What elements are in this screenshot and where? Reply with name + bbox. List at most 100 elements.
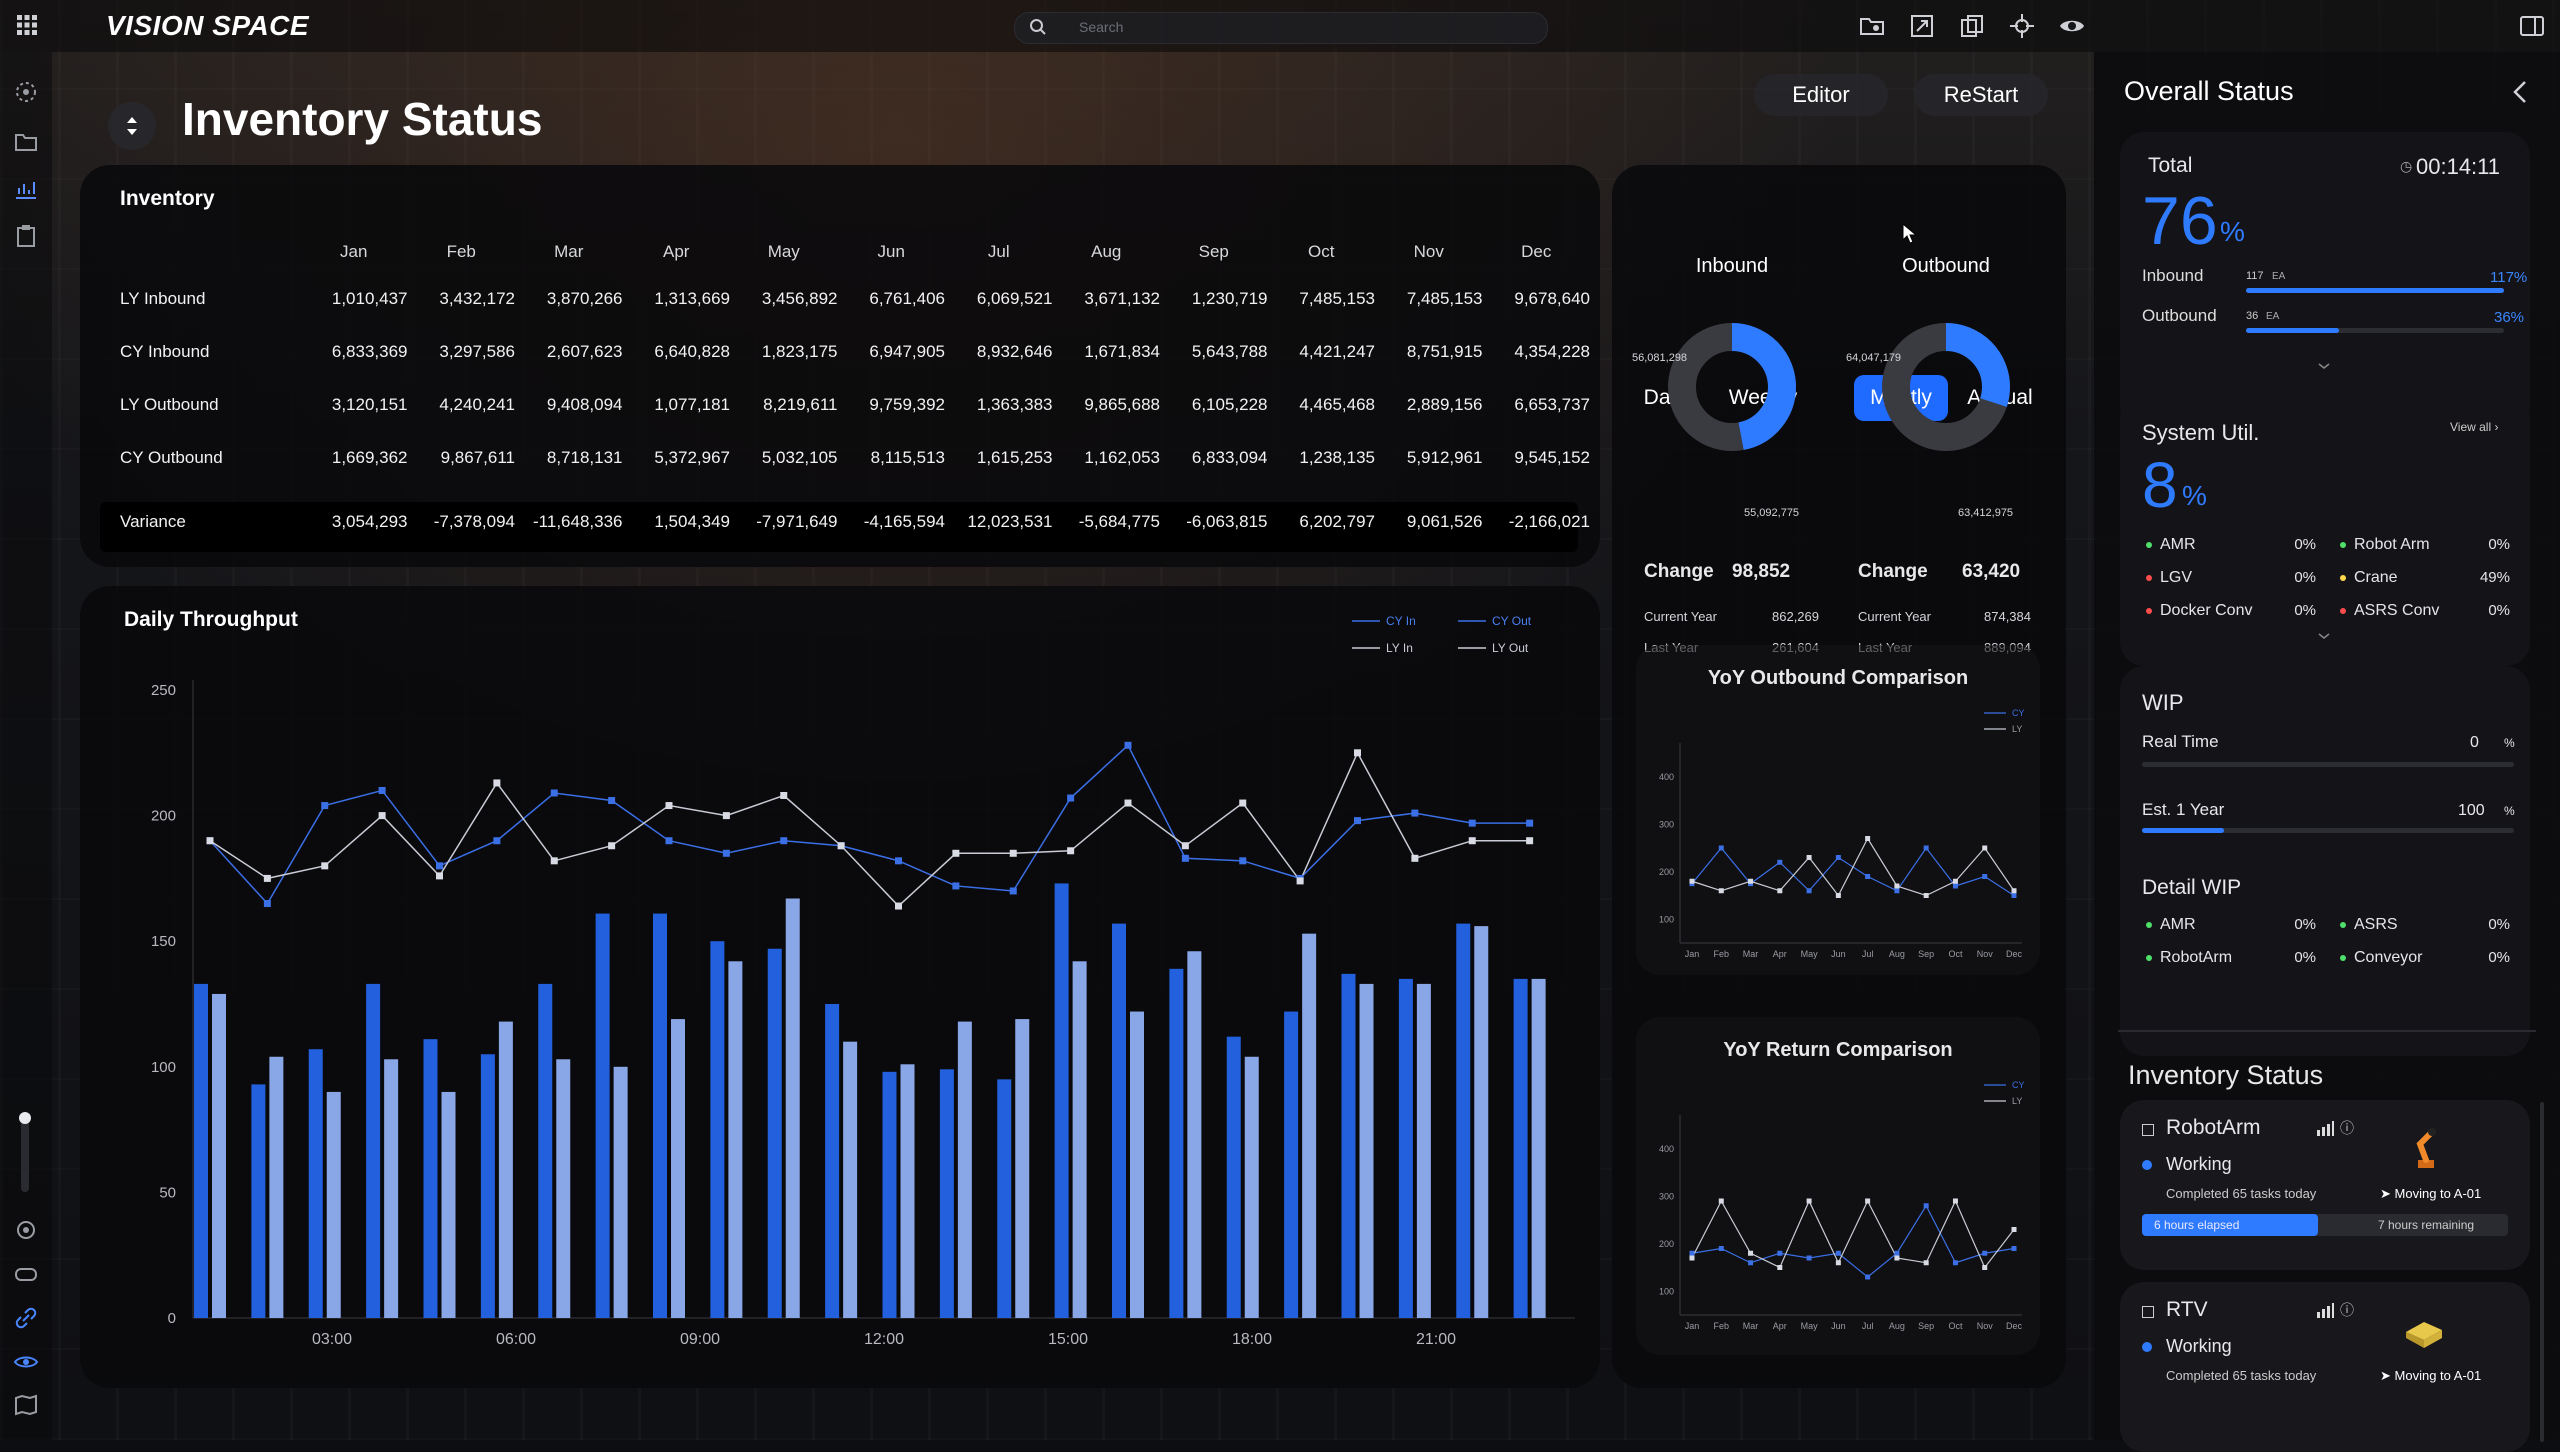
- chart-icon[interactable]: [12, 174, 40, 202]
- table-cell: 9,061,526: [1406, 511, 1483, 531]
- x-tick-label: 21:00: [1416, 1331, 1456, 1348]
- table-cell: -5,684,775: [1078, 511, 1160, 531]
- bar-ly: [1072, 961, 1087, 1318]
- bar-ly: [785, 898, 800, 1318]
- robotarm-remaining: 7 hours remaining: [2378, 1218, 2475, 1232]
- apps-grid-icon[interactable]: [16, 14, 38, 41]
- util-item-value: 0%: [2488, 536, 2510, 553]
- line-ly-point: [608, 842, 616, 850]
- line-cy-point: [1835, 855, 1841, 860]
- x-tick-label: Sep: [1918, 949, 1934, 959]
- inbound-block: Inbound 56,081,298 55,092,775 Change 98,…: [1632, 255, 1832, 695]
- line-cy: [1691, 846, 2015, 897]
- robotarm-tasks: Completed 65 tasks today: [2166, 1186, 2317, 1201]
- status-dot: [2340, 607, 2346, 614]
- wip-card: WIP Real Time 0 % Est. 1 Year 100 % Deta…: [2120, 666, 2530, 1056]
- folder-icon[interactable]: [12, 128, 40, 156]
- outbound-value-a: 64,047,179: [1846, 352, 1902, 364]
- crosshair-icon[interactable]: [2008, 12, 2036, 40]
- robotarm-card[interactable]: RobotArm ⓘ Working Completed 65 tasks to…: [2120, 1100, 2530, 1270]
- util-item-name: LGV: [2160, 569, 2193, 586]
- outbound-block: Outbound 64,047,179 63,412,975 Change 63…: [1846, 255, 2046, 695]
- clipboard-icon[interactable]: [12, 222, 40, 250]
- status-dot: [2340, 541, 2346, 548]
- bar-ly: [613, 1066, 628, 1318]
- collapse-chevron-icon[interactable]: [2508, 78, 2532, 111]
- table-cell: 1,671,834: [1084, 341, 1160, 361]
- info-icon[interactable]: ⓘ: [2340, 1118, 2354, 1138]
- robot-arm-icon: [2406, 1124, 2446, 1170]
- status-dot: [2142, 1160, 2152, 1170]
- line-cy: [209, 744, 1530, 905]
- zoom-slider[interactable]: [19, 1112, 31, 1192]
- sort-toggle-button[interactable]: [108, 102, 156, 150]
- expand-chevron-icon[interactable]: [2316, 358, 2332, 376]
- y-tick-label: 250: [151, 682, 176, 699]
- vr-headset-icon[interactable]: [12, 1260, 40, 1288]
- bar-ly: [843, 1041, 858, 1318]
- table-cell: -7,971,649: [756, 511, 838, 531]
- target-icon[interactable]: [12, 1216, 40, 1244]
- eye-icon[interactable]: [2058, 12, 2086, 40]
- expand-chevron-icon[interactable]: [2316, 628, 2332, 646]
- legend-label: CY Out: [1492, 614, 1532, 628]
- brand-logo: VISION SPACE: [106, 10, 310, 41]
- search-input[interactable]: Search: [1014, 12, 1548, 44]
- x-tick-label: Oct: [1948, 1321, 1963, 1331]
- table-cell: 6,761,406: [869, 288, 945, 308]
- line-ly-point: [1952, 878, 1958, 884]
- bar-ly: [1416, 983, 1431, 1318]
- line-ly: [209, 751, 1530, 908]
- line-ly-point: [378, 812, 386, 820]
- x-tick-label: Nov: [1977, 949, 1994, 959]
- line-ly-point: [1689, 878, 1695, 884]
- layers-icon[interactable]: [1958, 12, 1986, 40]
- line-ly-point: [895, 902, 902, 910]
- table-row: CY Outbound 1,669,362 9,867,611 8,718,131 5,…: [108, 431, 1590, 484]
- folder-image-icon[interactable]: [1858, 12, 1886, 40]
- bar-ly: [1244, 1056, 1259, 1318]
- x-tick-label: Oct: [1948, 949, 1963, 959]
- search-placeholder: Search: [1079, 19, 1124, 35]
- navigate-arrow-icon: ➤: [2380, 1368, 2391, 1383]
- line-cy-point: [1468, 819, 1476, 827]
- editor-button[interactable]: Editor: [1754, 74, 1888, 116]
- table-cell: 2,889,156: [1406, 394, 1483, 414]
- overall-status-title: Overall Status: [2124, 76, 2294, 106]
- zoom-slider-handle[interactable]: [19, 1112, 31, 1124]
- y-tick-label: 400: [1659, 1144, 1674, 1154]
- inbound-cy-value: 862,269: [1772, 609, 1819, 624]
- wip-real-pct: %: [2504, 736, 2515, 750]
- x-tick-label: Aug: [1889, 949, 1905, 959]
- sidebar-scrollbar[interactable]: [2540, 1102, 2544, 1442]
- outbound-unit: EA: [2266, 311, 2280, 322]
- info-icon[interactable]: ⓘ: [2340, 1300, 2354, 1320]
- panel-toggle-icon[interactable]: [2518, 12, 2546, 40]
- table-cell: -2,166,021: [1508, 511, 1590, 531]
- inventory-status-title: Inventory Status: [2128, 1060, 2324, 1090]
- view-all-link[interactable]: View all ›: [2450, 420, 2498, 434]
- expand-icon[interactable]: [1908, 12, 1936, 40]
- network-icon[interactable]: [12, 78, 40, 106]
- rtv-checkbox[interactable]: [2142, 1306, 2154, 1318]
- restart-button[interactable]: ReStart: [1914, 74, 2048, 116]
- line-cy-point: [1689, 1250, 1695, 1256]
- bar-ly: [671, 1019, 685, 1318]
- bar-cy: [1456, 923, 1471, 1318]
- line-cy-point: [1124, 741, 1132, 749]
- line-cy-point: [1777, 1250, 1783, 1256]
- rtv-card[interactable]: RTV ⓘ Working Completed 65 tasks today ➤…: [2120, 1282, 2530, 1452]
- util-item-name: AMR: [2160, 536, 2196, 553]
- robotarm-checkbox[interactable]: [2142, 1124, 2154, 1136]
- legend-label: LY Out: [1492, 641, 1529, 655]
- month-header: Dec: [1521, 242, 1552, 261]
- line-cy-point: [1748, 1260, 1754, 1266]
- right-sidebar: Overall Status Total ◷ 00:14:11 76 % Inb…: [2094, 52, 2560, 1452]
- line-ly-point: [2011, 1227, 2017, 1232]
- map-settings-icon[interactable]: [12, 1392, 40, 1420]
- view-eye-icon[interactable]: [12, 1348, 40, 1376]
- line-cy-point: [1894, 1250, 1900, 1256]
- inbound-title: Inbound: [1695, 255, 1769, 277]
- link-icon[interactable]: [12, 1304, 40, 1332]
- table-cell: 1,238,135: [1299, 447, 1375, 467]
